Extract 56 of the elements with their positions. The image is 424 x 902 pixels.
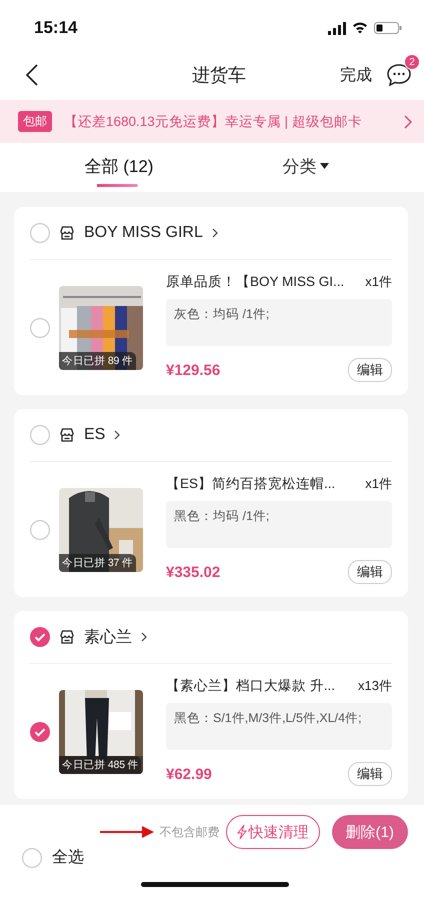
product-title[interactable]: 【素心兰】档口大爆款 升... <box>166 677 336 695</box>
checkbox[interactable] <box>22 848 42 868</box>
edit-button[interactable]: 编辑 <box>348 560 392 584</box>
battery-icon <box>374 22 402 34</box>
shop-name[interactable]: BOY MISS GIRL <box>84 224 203 242</box>
checkbox[interactable] <box>30 627 50 647</box>
tab[interactable]: 分类 <box>278 148 334 186</box>
store-icon <box>59 629 75 645</box>
shipping-note: 不包含邮费 <box>160 824 220 840</box>
chevron-right-icon <box>141 632 147 642</box>
back-icon[interactable] <box>26 64 38 86</box>
status-time: 15:14 <box>34 18 78 38</box>
checkbox[interactable] <box>30 318 50 338</box>
shipping-banner[interactable]: 包邮 【还差1680.13元免运费】幸运专属 | 超级包邮卡 <box>0 100 424 143</box>
shop-name[interactable]: ES <box>84 426 106 444</box>
select-all-label[interactable]: 全选 <box>52 847 84 868</box>
caret-icon <box>320 163 330 169</box>
free-shipping-tag: 包邮 <box>18 111 52 132</box>
signal-icon <box>328 22 346 34</box>
sold-today-label: 今日已拼 37 件 <box>59 554 136 572</box>
chevron-right-icon <box>114 430 120 440</box>
done-button[interactable]: 完成 <box>340 64 372 86</box>
banner-text: 【还差1680.13元免运费】幸运专属 | 超级包邮卡 <box>64 112 363 130</box>
checkbox[interactable] <box>30 425 50 445</box>
spec-box: 黑色：均码 /1件; <box>166 501 392 548</box>
page-title: 进货车 <box>192 64 246 87</box>
store-icon <box>59 427 75 443</box>
wifi-icon <box>352 22 368 34</box>
quantity: x1件 <box>365 475 392 493</box>
product-title[interactable]: 原单品质！【BOY MISS GI... <box>166 273 344 291</box>
lightning-icon <box>236 824 247 840</box>
sold-today-label: 今日已拼 485 件 <box>59 756 142 774</box>
spec-box: 灰色：均码 /1件; <box>166 299 392 346</box>
chevron-right-icon <box>404 114 412 128</box>
shop-name[interactable]: 素心兰 <box>84 626 132 648</box>
quantity: x13件 <box>358 677 392 695</box>
price: ¥129.56 <box>166 362 220 378</box>
delete-button[interactable]: 删除(1) <box>332 815 408 849</box>
sold-today-label: 今日已拼 89 件 <box>59 352 136 370</box>
checkbox[interactable] <box>30 223 50 243</box>
tab[interactable]: 全部 (12) <box>80 148 158 186</box>
quantity: x1件 <box>365 273 392 291</box>
quick-clean-button[interactable]: 快速清理 <box>226 815 320 849</box>
store-icon <box>59 225 75 241</box>
spec-box: 黑色：S/1件,M/3件,L/5件,XL/4件; <box>166 703 392 750</box>
edit-button[interactable]: 编辑 <box>348 358 392 382</box>
price: ¥335.02 <box>166 564 220 580</box>
chat-icon[interactable] <box>386 63 412 87</box>
price: ¥62.99 <box>166 766 212 782</box>
message-count-badge: 2 <box>404 54 420 70</box>
chevron-right-icon <box>212 228 218 238</box>
product-title[interactable]: 【ES】简约百搭宽松连帽... <box>166 475 336 493</box>
arrow-drawing <box>100 825 156 839</box>
checkbox[interactable] <box>30 722 50 742</box>
edit-button[interactable]: 编辑 <box>348 762 392 786</box>
checkbox[interactable] <box>30 520 50 540</box>
